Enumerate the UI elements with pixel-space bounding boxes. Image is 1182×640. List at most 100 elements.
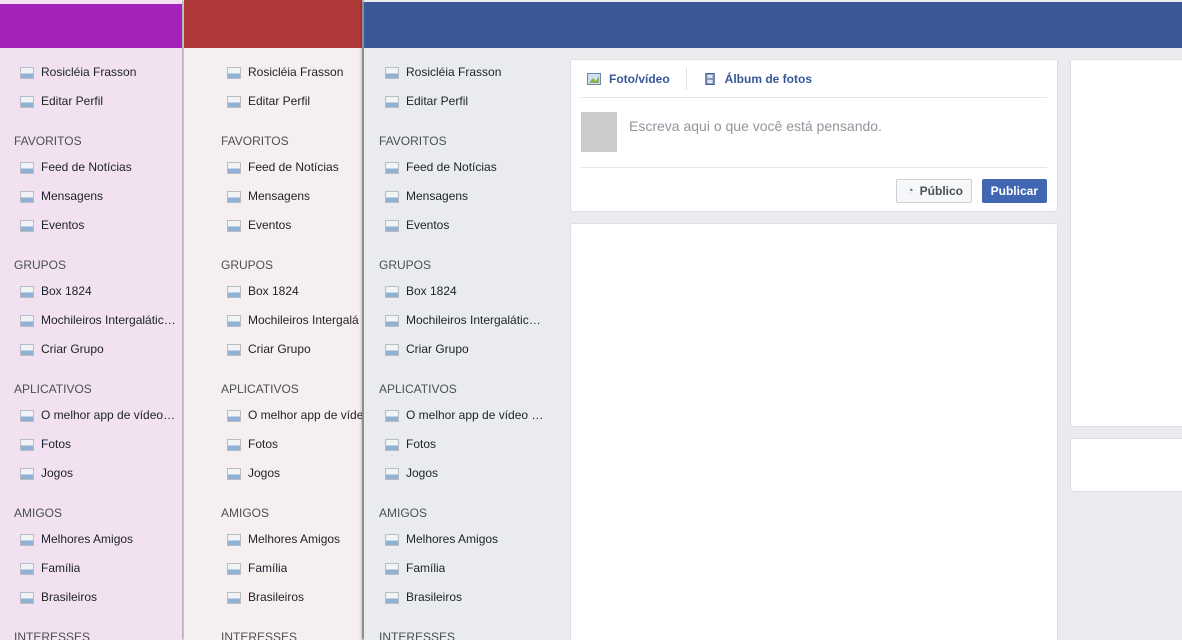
- image-placeholder-icon: [20, 190, 34, 203]
- nav-item-events[interactable]: Eventos: [379, 211, 545, 240]
- status-input[interactable]: Escreva aqui o que você está pensando.: [629, 118, 882, 134]
- image-placeholder-icon: [20, 409, 34, 422]
- image-placeholder-icon: [20, 533, 34, 546]
- nav-item-friend-list[interactable]: Brasileiros: [379, 583, 545, 612]
- window-red: Rosicléia Frasson Editar Perfil FAVORITO…: [184, 0, 362, 640]
- image-placeholder-icon: [227, 533, 241, 546]
- nav-item-edit-profile[interactable]: Editar Perfil: [14, 87, 178, 116]
- nav-item-games[interactable]: Jogos: [379, 459, 545, 488]
- nav-item-close-friends[interactable]: Melhores Amigos: [14, 525, 178, 554]
- nav-item-create-group[interactable]: Criar Grupo: [14, 335, 178, 364]
- nav-item-profile[interactable]: Rosicléia Frasson: [14, 58, 178, 87]
- image-placeholder-icon: [227, 285, 241, 298]
- nav-item-edit-profile[interactable]: Editar Perfil: [379, 87, 545, 116]
- nav-item-app[interactable]: O melhor app de vídeo …: [14, 401, 178, 430]
- nav-item-close-friends[interactable]: Melhores Amigos: [221, 525, 362, 554]
- nav-item-group[interactable]: Mochileiros Intergalátic…: [379, 306, 545, 335]
- image-placeholder-icon: [385, 438, 399, 451]
- left-nav: Rosicléia Frasson Editar Perfil FAVORITO…: [221, 58, 362, 640]
- nav-item-app[interactable]: O melhor app de víde: [221, 401, 362, 430]
- image-placeholder-icon: [227, 467, 241, 480]
- nav-item-group[interactable]: Box 1824: [379, 277, 545, 306]
- section-heading-favorites: FAVORITOS: [221, 134, 289, 148]
- image-placeholder-icon: [227, 343, 241, 356]
- section-heading-friends: AMIGOS: [221, 506, 270, 520]
- image-placeholder-icon: [227, 190, 241, 203]
- image-placeholder-icon: [385, 314, 399, 327]
- section-heading-interests: INTERESSES: [379, 630, 456, 640]
- nav-item-family[interactable]: Família: [379, 554, 545, 583]
- image-placeholder-icon: [385, 562, 399, 575]
- image-placeholder-icon: [385, 190, 399, 203]
- nav-item-photos[interactable]: Fotos: [221, 430, 362, 459]
- nav-item-close-friends[interactable]: Melhores Amigos: [379, 525, 545, 554]
- section-heading-interests: INTERESSES: [14, 630, 91, 640]
- image-placeholder-icon: [227, 66, 241, 79]
- image-placeholder-icon: [227, 219, 241, 232]
- nav-item-app[interactable]: O melhor app de vídeo …: [379, 401, 545, 430]
- nav-item-friend-list[interactable]: Brasileiros: [221, 583, 362, 612]
- top-bar: [364, 2, 1182, 48]
- nav-item-messages[interactable]: Mensagens: [379, 182, 545, 211]
- nav-item-news-feed[interactable]: Feed de Notícias: [221, 153, 362, 182]
- image-placeholder-icon: [385, 467, 399, 480]
- image-placeholder-icon: [227, 95, 241, 108]
- nav-item-group[interactable]: Mochileiros Intergalátic…: [14, 306, 178, 335]
- right-column-card: [1070, 59, 1182, 427]
- image-placeholder-icon: [227, 314, 241, 327]
- avatar: [581, 112, 617, 152]
- tab-label: Foto/vídeo: [609, 71, 670, 86]
- nav-item-events[interactable]: Eventos: [14, 211, 178, 240]
- divider: [581, 167, 1047, 168]
- tab-photo-album[interactable]: Álbum de fotos: [697, 67, 818, 91]
- image-placeholder-icon: [20, 285, 34, 298]
- nav-item-create-group[interactable]: Criar Grupo: [379, 335, 545, 364]
- image-placeholder-icon: [227, 161, 241, 174]
- nav-item-profile[interactable]: Rosicléia Frasson: [379, 58, 545, 87]
- nav-item-family[interactable]: Família: [14, 554, 178, 583]
- image-placeholder-icon: [20, 314, 34, 327]
- image-placeholder-icon: [385, 533, 399, 546]
- image-placeholder-icon: [20, 219, 34, 232]
- nav-item-friend-list[interactable]: Brasileiros: [14, 583, 178, 612]
- image-placeholder-icon: [385, 343, 399, 356]
- image-placeholder-icon: [385, 66, 399, 79]
- nav-item-group[interactable]: Mochileiros Intergalá: [221, 306, 362, 335]
- nav-item-photos[interactable]: Fotos: [379, 430, 545, 459]
- nav-item-games[interactable]: Jogos: [221, 459, 362, 488]
- nav-item-group[interactable]: Box 1824: [14, 277, 178, 306]
- section-heading-interests: INTERESSES: [221, 630, 298, 640]
- section-heading-favorites: FAVORITOS: [379, 134, 447, 148]
- section-heading-apps: APLICATIVOS: [379, 382, 457, 396]
- album-icon: [704, 72, 715, 85]
- top-bar: [184, 0, 362, 48]
- image-placeholder-icon: [385, 285, 399, 298]
- image-placeholder-icon: [385, 591, 399, 604]
- nav-item-profile[interactable]: Rosicléia Frasson: [221, 58, 362, 87]
- section-heading-favorites: FAVORITOS: [14, 134, 82, 148]
- image-placeholder-icon: [20, 95, 34, 108]
- nav-item-games[interactable]: Jogos: [14, 459, 178, 488]
- image-placeholder-icon: [385, 95, 399, 108]
- nav-item-group[interactable]: Box 1824: [221, 277, 362, 306]
- image-placeholder-icon: [385, 161, 399, 174]
- nav-item-family[interactable]: Família: [221, 554, 362, 583]
- image-placeholder-icon: [20, 343, 34, 356]
- photo-icon: [587, 72, 601, 85]
- publish-button[interactable]: Publicar: [981, 179, 1047, 203]
- privacy-selector-button[interactable]: ◔ Público: [896, 179, 972, 203]
- nav-item-news-feed[interactable]: Feed de Notícias: [14, 153, 178, 182]
- globe-icon: ◔: [907, 185, 914, 197]
- nav-item-edit-profile[interactable]: Editar Perfil: [221, 87, 362, 116]
- nav-item-messages[interactable]: Mensagens: [14, 182, 178, 211]
- nav-item-photos[interactable]: Fotos: [14, 430, 178, 459]
- nav-item-create-group[interactable]: Criar Grupo: [221, 335, 362, 364]
- tab-photo-video[interactable]: Foto/vídeo: [581, 67, 676, 91]
- image-placeholder-icon: [20, 467, 34, 480]
- top-bar: [0, 4, 182, 48]
- composer-tabs: Foto/vídeo Álbum de fotos: [581, 60, 1047, 98]
- nav-item-news-feed[interactable]: Feed de Notícias: [379, 153, 545, 182]
- nav-item-messages[interactable]: Mensagens: [221, 182, 362, 211]
- window-purple: Rosicléia Frasson Editar Perfil FAVORITO…: [0, 0, 182, 640]
- nav-item-events[interactable]: Eventos: [221, 211, 362, 240]
